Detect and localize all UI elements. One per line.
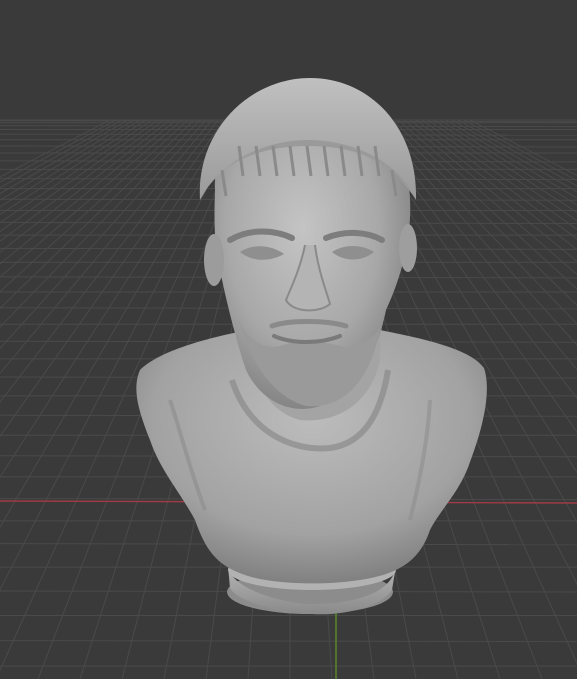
- bust-ear-right: [399, 224, 417, 272]
- viewport-canvas[interactable]: [0, 0, 577, 679]
- bust-ear-left: [204, 234, 224, 286]
- 3d-viewport[interactable]: [0, 0, 577, 679]
